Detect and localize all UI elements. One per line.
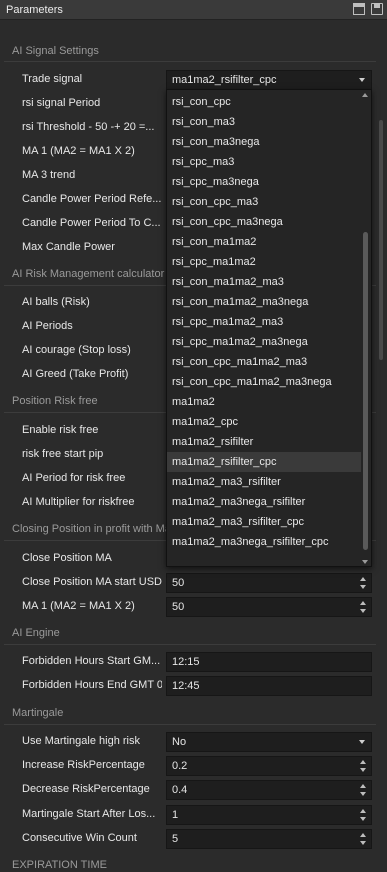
decrease-risk-input[interactable]: 0.4 [166, 780, 372, 800]
dropdown-option[interactable]: rsi_con_cpc_ma3nega [167, 212, 361, 232]
spinner-icon[interactable] [360, 809, 366, 821]
trade-signal-select[interactable]: ma1ma2_rsifilter_cpc [166, 70, 372, 90]
dropdown-option[interactable]: ma1ma2_rsifilter [167, 432, 361, 452]
closing-ma1-input[interactable]: 50 [166, 597, 372, 617]
dropdown-option[interactable]: rsi_cpc_ma1ma2_ma3nega [167, 332, 361, 352]
dropdown-option[interactable]: rsi_con_cpc_ma1ma2_ma3 [167, 352, 361, 372]
label-rsi-signal-period: rsi signal Period [22, 97, 101, 109]
consecutive-win-input[interactable]: 5 [166, 829, 372, 849]
label-ma3-trend: MA 3 trend [22, 169, 76, 181]
section-expiration: EXPIRATION TIME [12, 859, 107, 871]
scroll-down-icon[interactable] [362, 560, 368, 564]
scroll-up-icon[interactable] [362, 93, 368, 97]
dropdown-option[interactable]: rsi_con_ma1ma2_ma3 [167, 272, 361, 292]
dropdown-option[interactable]: rsi_con_cpc_ma3 [167, 192, 361, 212]
increase-risk-input[interactable]: 0.2 [166, 756, 372, 776]
label-decrease-risk: Decrease RiskPercentage [22, 783, 150, 795]
martingale-start-after-input[interactable]: 1 [166, 805, 372, 825]
label-consecutive-win: Consecutive Win Count [22, 832, 137, 844]
spinner-icon[interactable] [360, 601, 366, 613]
title-icons [353, 3, 383, 15]
forbidden-start-value: 12:15 [172, 656, 200, 668]
consecutive-win-value: 5 [172, 833, 179, 845]
spinner-icon[interactable] [360, 760, 366, 772]
section-risk-management: AI Risk Management calculator [12, 268, 165, 280]
forbidden-end-value: 12:45 [172, 680, 200, 692]
dropdown-option[interactable]: rsi_con_ma1ma2 [167, 232, 361, 252]
label-closing-ma1: MA 1 (MA2 = MA1 X 2) [22, 600, 135, 612]
spinner-icon[interactable] [360, 577, 366, 589]
dropdown-option[interactable]: rsi_con_ma3 [167, 112, 361, 132]
dropdown-option[interactable]: ma1ma2_cpc [167, 412, 361, 432]
label-ai-multiplier-riskfree: AI Multiplier for riskfree [22, 496, 135, 508]
chevron-down-icon [359, 740, 365, 744]
section-martingale: Martingale [12, 707, 64, 719]
close-position-ma-start-usd-value: 50 [172, 577, 185, 589]
dropdown-option[interactable]: ma1ma2_ma3_rsifilter_cpc [167, 512, 361, 532]
label-forbidden-start: Forbidden Hours Start GM... [22, 655, 161, 667]
spinner-icon[interactable] [360, 784, 366, 796]
label-martingale-start-after: Martingale Start After Los... [22, 808, 156, 820]
dropdown-option[interactable]: rsi_con_ma1ma2_ma3nega [167, 292, 361, 312]
window-icon[interactable] [353, 3, 365, 15]
label-ai-greed: AI Greed (Take Profit) [22, 368, 129, 380]
section-position-risk: Position Risk free [12, 395, 98, 407]
use-martingale-value: No [172, 736, 187, 748]
label-ma1: MA 1 (MA2 = MA1 X 2) [22, 145, 135, 157]
label-ai-period-risk-free: AI Period for risk free [22, 472, 126, 484]
label-close-position-ma-start-usd: Close Position MA start USD [22, 576, 162, 588]
label-increase-risk: Increase RiskPercentage [22, 759, 145, 771]
dropdown-option[interactable]: rsi_con_cpc_ma1ma2_ma3nega [167, 372, 361, 392]
save-icon[interactable] [371, 3, 383, 15]
forbidden-start-input[interactable]: 12:15 [166, 652, 372, 672]
close-position-ma-start-usd-input[interactable]: 50 [166, 573, 372, 593]
dropdown-option[interactable]: ma1ma2_ma3_rsifilter [167, 472, 361, 492]
dropdown-option[interactable]: rsi_con_ma3nega [167, 132, 361, 152]
trade-signal-value: ma1ma2_rsifilter_cpc [172, 74, 277, 86]
label-candle-power-to: Candle Power Period To C... [22, 217, 161, 229]
increase-risk-value: 0.2 [172, 760, 188, 772]
dropdown-scrollbar-thumb[interactable] [363, 232, 368, 550]
label-risk-free-start-pip: risk free start pip [22, 448, 104, 460]
label-close-position-ma: Close Position MA [22, 552, 112, 564]
label-forbidden-end: Forbidden Hours End GMT 0 [22, 679, 162, 691]
dropdown-option[interactable]: ma1ma2_ma3nega_rsifilter_cpc [167, 532, 361, 552]
spinner-icon[interactable] [360, 833, 366, 845]
window-title: Parameters [6, 3, 63, 16]
label-ai-balls: AI balls (Risk) [22, 296, 90, 308]
section-divider [4, 644, 376, 645]
dropdown-option[interactable]: rsi_con_cpc [167, 92, 361, 112]
dropdown-option[interactable]: ma1ma2 [167, 392, 361, 412]
label-candle-power-ref: Candle Power Period Refe... [22, 193, 162, 205]
label-trade-signal: Trade signal [22, 73, 83, 85]
trade-signal-dropdown[interactable]: rsi_con_cpc rsi_con_ma3 rsi_con_ma3nega rsi… [166, 89, 372, 567]
section-divider [4, 724, 376, 725]
use-martingale-select[interactable]: No [166, 732, 372, 752]
decrease-risk-value: 0.4 [172, 784, 188, 796]
label-rsi-threshold: rsi Threshold - 50 -+ 20 =... [22, 121, 155, 133]
section-closing: Closing Position in profit with Ma [12, 523, 166, 535]
section-divider [4, 61, 376, 62]
panel-scrollbar-thumb[interactable] [379, 120, 383, 360]
label-ai-courage: AI courage (Stop loss) [22, 344, 131, 356]
martingale-start-after-value: 1 [172, 809, 179, 821]
label-ai-periods: AI Periods [22, 320, 73, 332]
dropdown-scrollbar[interactable] [361, 90, 369, 568]
forbidden-end-input[interactable]: 12:45 [166, 676, 372, 696]
label-max-candle-power: Max Candle Power [22, 241, 115, 253]
dropdown-option[interactable]: rsi_cpc_ma1ma2 [167, 252, 361, 272]
label-use-martingale: Use Martingale high risk [22, 735, 140, 747]
chevron-down-icon [359, 78, 365, 82]
label-enable-risk-free: Enable risk free [22, 424, 99, 436]
dropdown-option[interactable]: rsi_cpc_ma1ma2_ma3 [167, 312, 361, 332]
dropdown-option[interactable]: ma1ma2_rsifilter_cpc [167, 452, 361, 472]
dropdown-option[interactable]: rsi_cpc_ma3nega [167, 172, 361, 192]
section-ai-engine: AI Engine [12, 627, 60, 639]
section-ai-signal: AI Signal Settings [12, 45, 99, 57]
title-bar: Parameters [0, 0, 387, 20]
dropdown-option[interactable]: rsi_cpc_ma3 [167, 152, 361, 172]
dropdown-option[interactable]: ma1ma2_ma3nega_rsifilter [167, 492, 361, 512]
closing-ma1-value: 50 [172, 601, 185, 613]
